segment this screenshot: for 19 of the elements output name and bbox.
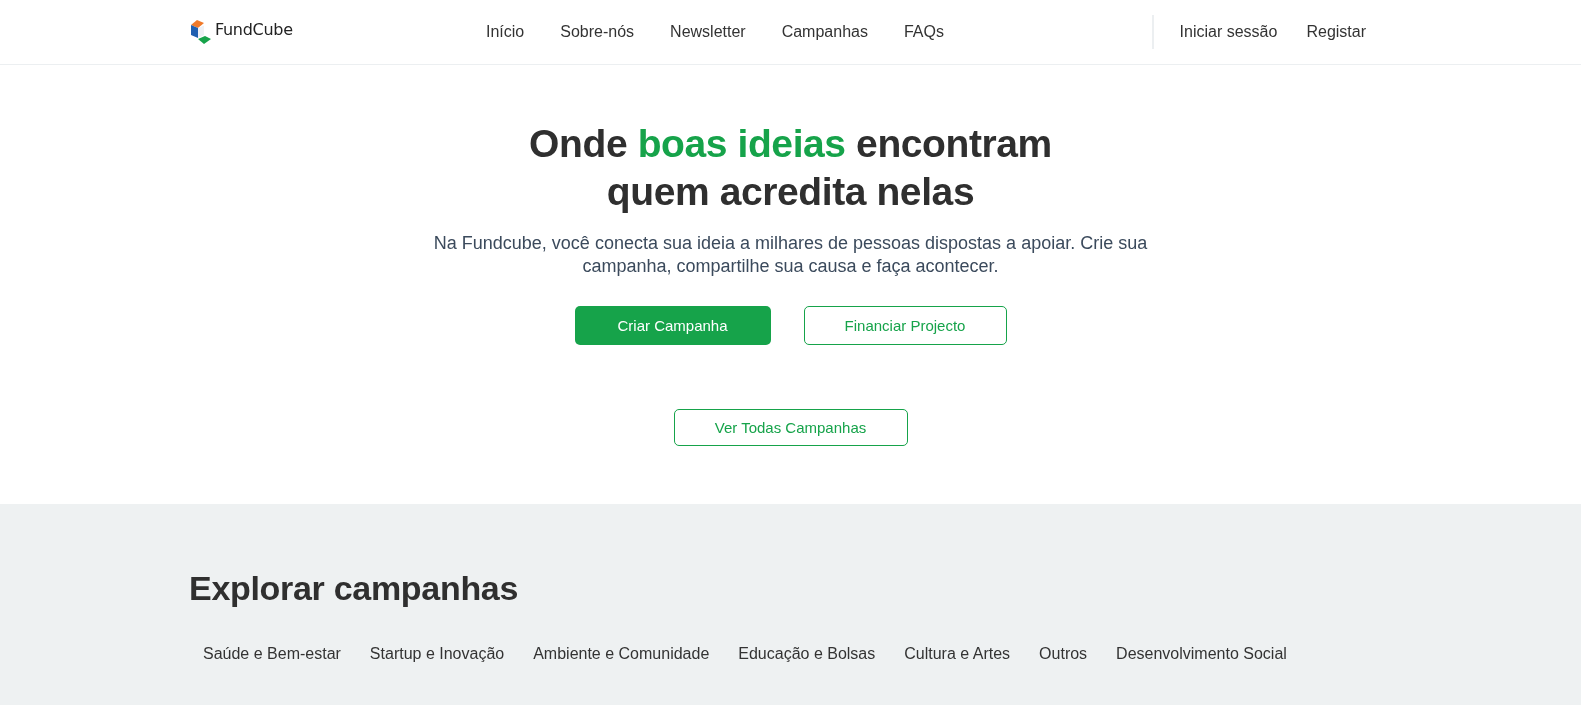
auth-link[interactable]: Registar (1306, 23, 1366, 41)
category-tab[interactable]: Outros (1039, 644, 1088, 663)
nav-link[interactable]: FAQs (903, 23, 944, 41)
nav-link[interactable]: Sobre-nós (560, 23, 635, 41)
hero-title: Onde boas ideias encontram quem acredita nelas (529, 121, 1052, 215)
category-tab[interactable]: Startup e Inovação (369, 644, 505, 663)
nav-link[interactable]: Campanhas (781, 23, 868, 41)
category-tab[interactable]: Desenvolvimento Social (1116, 644, 1287, 663)
hero-subtitle: Na Fundcube, você conecta sua ideia a milhares de pessoas dispostas a apoiar. Crie sua campanha, compartilhe sua causa e faça acontecer. (432, 232, 1149, 278)
category-tab[interactable]: Saúde e Bem-estar (203, 644, 341, 663)
auth-link[interactable]: Iniciar sessão (1179, 23, 1278, 41)
logo-text[interactable]: FundCube (215, 19, 293, 39)
section-title: Explorar campanhas (189, 568, 520, 609)
cube-logo-icon (189, 19, 213, 45)
nav-link[interactable]: Newsletter (670, 23, 746, 41)
nav-link[interactable]: Início (486, 23, 525, 41)
category-tab[interactable]: Ambiente e Comunidade (533, 644, 710, 663)
category-tab[interactable]: Cultura e Artes (904, 644, 1011, 663)
category-tab[interactable]: Educação e Bolsas (738, 644, 876, 663)
